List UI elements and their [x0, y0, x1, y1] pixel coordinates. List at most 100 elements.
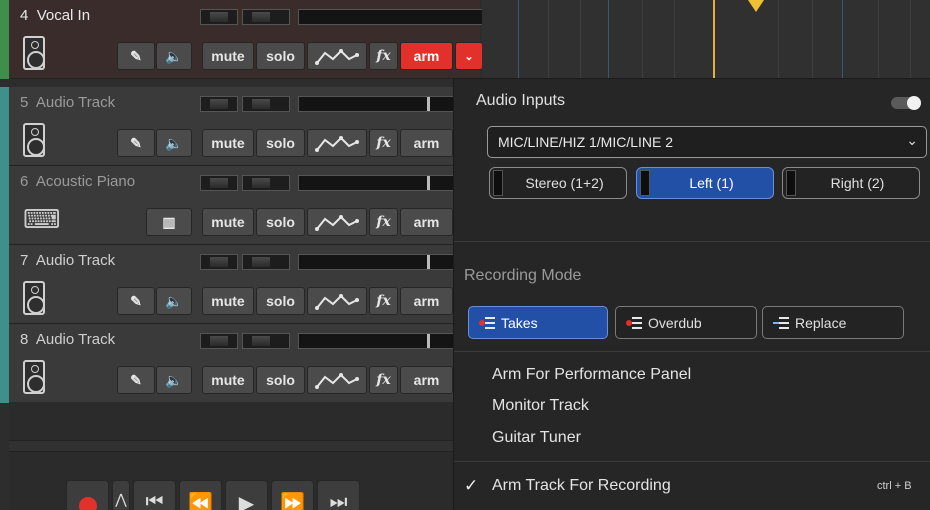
- fx-button[interactable]: fx: [369, 366, 398, 394]
- pan-slider[interactable]: [242, 96, 290, 112]
- track-row[interactable]: 8 Audio Track ✎ 🔈 mute solo fx arm: [0, 324, 484, 403]
- edit-button[interactable]: ✎: [117, 287, 155, 315]
- pan-slider[interactable]: [242, 254, 290, 270]
- loop-marker[interactable]: [713, 0, 715, 80]
- play-button[interactable]: ▶: [225, 480, 268, 510]
- overdub-icon: [626, 316, 642, 329]
- channel-level-icon: [786, 170, 796, 196]
- checkmark-icon: ✓: [464, 476, 479, 495]
- takes-icon: [479, 316, 495, 329]
- solo-button[interactable]: solo: [256, 42, 305, 70]
- input-meter: [200, 96, 238, 112]
- automation-button[interactable]: [307, 366, 367, 394]
- recording-mode-label: Overdub: [648, 314, 702, 331]
- recording-mode-label: Recording Mode: [464, 267, 582, 284]
- pan-slider[interactable]: [242, 9, 290, 25]
- track-name[interactable]: 5 Audio Track: [20, 94, 115, 111]
- menu-item[interactable]: Arm For Performance Panel: [492, 366, 691, 384]
- speaker-icon: 🔈: [165, 292, 183, 309]
- arm-options-dropdown[interactable]: ⌄: [455, 42, 483, 70]
- audio-inputs-toggle[interactable]: [891, 96, 921, 110]
- recording-mode-button[interactable]: Overdub: [615, 306, 757, 339]
- monitor-button[interactable]: 🔈: [156, 129, 192, 157]
- track-color-strip: [0, 166, 9, 245]
- menu-item-arm-track[interactable]: Arm Track For Recording: [492, 477, 671, 495]
- pan-slider[interactable]: [242, 175, 290, 191]
- input-meter: [200, 9, 238, 25]
- track-row[interactable]: 6 Acoustic Piano ⌨ ▥ mute solo fx arm: [0, 166, 484, 245]
- solo-button[interactable]: solo: [256, 208, 305, 236]
- automation-button[interactable]: [307, 42, 367, 70]
- solo-button[interactable]: solo: [256, 129, 305, 157]
- arrangement-timeline[interactable]: [482, 0, 930, 80]
- mute-button[interactable]: mute: [202, 42, 254, 70]
- track-row[interactable]: 7 Audio Track ✎ 🔈 mute solo fx arm: [0, 245, 484, 324]
- panel-divider[interactable]: [9, 440, 480, 452]
- speaker-device-icon: [23, 36, 45, 70]
- speaker-icon: 🔈: [165, 47, 183, 64]
- arm-button[interactable]: arm: [400, 287, 453, 315]
- arm-button[interactable]: arm: [400, 129, 453, 157]
- track-name[interactable]: 4 Vocal In: [20, 7, 90, 24]
- fast-forward-button[interactable]: ⏩: [271, 480, 314, 510]
- fx-button[interactable]: fx: [369, 42, 398, 70]
- edit-button[interactable]: ✎: [117, 129, 155, 157]
- channel-button[interactable]: Stereo (1+2): [489, 167, 627, 199]
- menu-item[interactable]: Monitor Track: [492, 397, 589, 415]
- fx-button[interactable]: fx: [369, 287, 398, 315]
- monitor-button[interactable]: 🔈: [156, 42, 192, 70]
- track-row[interactable]: 5 Audio Track ✎ 🔈 mute solo fx arm: [0, 87, 484, 166]
- automation-button[interactable]: [307, 287, 367, 315]
- playhead-marker-icon[interactable]: [748, 0, 764, 12]
- mute-button[interactable]: mute: [202, 129, 254, 157]
- fx-button[interactable]: fx: [369, 208, 398, 236]
- fx-button[interactable]: fx: [369, 129, 398, 157]
- track-name[interactable]: 7 Audio Track: [20, 252, 115, 269]
- record-options-popup: Audio Inputs MIC/LINE/HIZ 1/MIC/LINE 2 ⌄…: [453, 78, 930, 510]
- pencil-icon: ✎: [130, 47, 142, 64]
- automation-curve-icon: [315, 373, 359, 389]
- edit-button[interactable]: ✎: [117, 366, 155, 394]
- speaker-device-icon: [23, 123, 45, 157]
- recording-mode-label: Replace: [795, 314, 847, 331]
- channel-button[interactable]: Right (2): [782, 167, 920, 199]
- track-row[interactable]: 4 Vocal In ✎ 🔈 mute solo fx arm ⌄: [0, 0, 484, 79]
- audio-input-select[interactable]: MIC/LINE/HIZ 1/MIC/LINE 2 ⌄: [487, 126, 927, 158]
- piano-keys-icon: ▥: [162, 213, 176, 230]
- automation-curve-icon: [315, 294, 359, 310]
- recording-mode-button[interactable]: Replace: [762, 306, 904, 339]
- channel-label: Left (1): [689, 175, 734, 191]
- go-to-end-button[interactable]: ⏭: [317, 480, 360, 510]
- record-button[interactable]: [66, 480, 109, 510]
- pencil-icon: ✎: [130, 292, 142, 309]
- recording-mode-button[interactable]: Takes: [468, 306, 608, 339]
- arm-button[interactable]: arm: [400, 42, 453, 70]
- go-to-start-button[interactable]: ⏮: [133, 480, 176, 510]
- mute-button[interactable]: mute: [202, 366, 254, 394]
- track-name[interactable]: 8 Audio Track: [20, 331, 115, 348]
- automation-button[interactable]: [307, 208, 367, 236]
- input-meter: [200, 333, 238, 349]
- chevron-down-icon: ⌄: [906, 132, 918, 148]
- channel-button[interactable]: Left (1): [636, 167, 774, 199]
- solo-button[interactable]: solo: [256, 287, 305, 315]
- monitor-button[interactable]: 🔈: [156, 287, 192, 315]
- rewind-button[interactable]: ⏪: [179, 480, 222, 510]
- channel-label: Stereo (1+2): [525, 175, 604, 191]
- volume-fader[interactable]: [298, 9, 484, 25]
- menu-item[interactable]: Guitar Tuner: [492, 429, 581, 447]
- track-name[interactable]: 6 Acoustic Piano: [20, 173, 135, 190]
- mute-button[interactable]: mute: [202, 208, 254, 236]
- speaker-icon: 🔈: [165, 371, 183, 388]
- monitor-button[interactable]: 🔈: [156, 366, 192, 394]
- arm-button[interactable]: arm: [400, 366, 453, 394]
- edit-button[interactable]: ✎: [117, 42, 155, 70]
- automation-mode-button[interactable]: ⋀: [112, 480, 130, 510]
- solo-button[interactable]: solo: [256, 366, 305, 394]
- pan-slider[interactable]: [242, 333, 290, 349]
- automation-button[interactable]: [307, 129, 367, 157]
- mute-button[interactable]: mute: [202, 287, 254, 315]
- arm-button[interactable]: arm: [400, 208, 453, 236]
- instrument-editor-button[interactable]: ▥: [146, 208, 192, 236]
- play-icon: ▶: [238, 493, 255, 510]
